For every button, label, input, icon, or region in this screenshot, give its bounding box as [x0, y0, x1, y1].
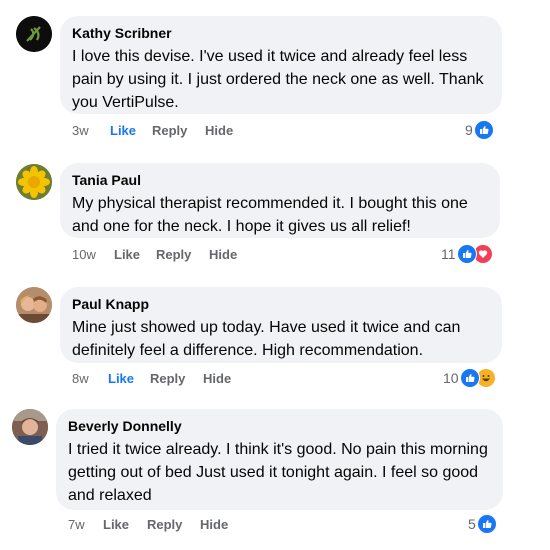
reaction-count: 5 — [468, 516, 476, 532]
avatar[interactable] — [16, 287, 52, 323]
hide-button[interactable]: Hide — [203, 371, 231, 386]
reaction-count: 10 — [443, 370, 459, 386]
reaction-summary[interactable]: 5 — [468, 514, 497, 534]
reply-button[interactable]: Reply — [150, 371, 203, 386]
comment-author[interactable]: Kathy Scribner — [72, 24, 490, 42]
like-reaction-icon — [459, 368, 480, 388]
hide-button[interactable]: Hide — [200, 517, 228, 532]
hide-button[interactable]: Hide — [209, 247, 237, 262]
comment-actions: 10w Like Reply Hide — [72, 247, 237, 262]
comment-actions: 3w Like Reply Hide — [72, 123, 233, 138]
comment-timestamp[interactable]: 7w — [68, 517, 103, 532]
couple-photo-icon — [16, 287, 52, 323]
comment-author[interactable]: Paul Knapp — [72, 295, 490, 313]
reaction-count: 9 — [465, 122, 473, 138]
sunflower-icon — [16, 164, 52, 200]
profile-photo-icon — [12, 409, 48, 445]
like-button[interactable]: Like — [114, 247, 156, 262]
comment-bubble: Beverly Donnelly I tried it twice alread… — [56, 409, 503, 510]
reaction-summary[interactable]: 11 — [441, 244, 493, 264]
avatar[interactable] — [16, 164, 52, 200]
like-button[interactable]: Like — [108, 371, 150, 386]
like-button[interactable]: Like — [103, 517, 147, 532]
hide-button[interactable]: Hide — [205, 123, 233, 138]
comment-bubble: Paul Knapp Mine just showed up today. Ha… — [60, 287, 502, 363]
comment-text: I tried it twice already. I think it's g… — [68, 441, 488, 504]
reply-button[interactable]: Reply — [152, 123, 205, 138]
comment-text: I love this devise. I've used it twice a… — [72, 48, 484, 111]
comment-actions: 7w Like Reply Hide — [68, 517, 228, 532]
like-reaction-icon — [476, 514, 497, 534]
comment-actions: 8w Like Reply Hide — [72, 371, 231, 386]
avatar[interactable] — [16, 16, 52, 52]
reaction-summary[interactable]: 9 — [465, 120, 494, 140]
comment-timestamp[interactable]: 3w — [72, 123, 110, 138]
comment-timestamp[interactable]: 10w — [72, 247, 114, 262]
reaction-summary[interactable]: 10 — [443, 368, 496, 388]
comment-timestamp[interactable]: 8w — [72, 371, 108, 386]
comment-author[interactable]: Tania Paul — [72, 171, 488, 189]
comment-text: Mine just showed up today. Have used it … — [72, 319, 461, 359]
avatar[interactable] — [12, 409, 48, 445]
comment-text: My physical therapist recommended it. I … — [72, 195, 468, 235]
comment-author[interactable]: Beverly Donnelly — [68, 417, 491, 435]
reply-button[interactable]: Reply — [147, 517, 200, 532]
reply-button[interactable]: Reply — [156, 247, 209, 262]
like-button[interactable]: Like — [110, 123, 152, 138]
like-reaction-icon — [473, 120, 494, 140]
reaction-count: 11 — [441, 246, 456, 262]
like-reaction-icon — [456, 244, 477, 264]
comment-bubble: Kathy Scribner I love this devise. I've … — [60, 16, 502, 114]
leaf-icon — [16, 16, 52, 52]
comment-bubble: Tania Paul My physical therapist recomme… — [60, 163, 500, 238]
